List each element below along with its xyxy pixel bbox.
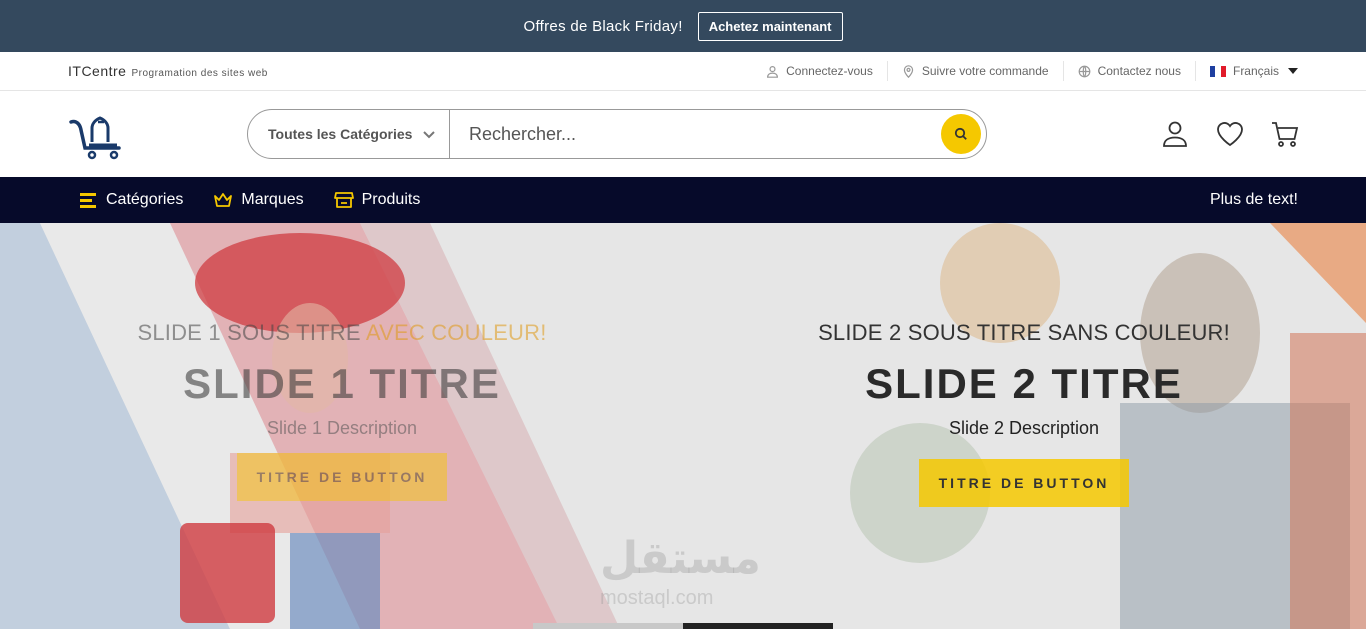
search-bar: Toutes les Catégories [247, 109, 987, 159]
slide-1: SLIDE 1 SOUS TITRE AVEC COULEUR! SLIDE 1… [92, 320, 592, 501]
login-label: Connectez-vous [786, 64, 873, 78]
slide-2: SLIDE 2 SOUS TITRE SANS COULEUR! SLIDE 2… [774, 320, 1274, 507]
header-icons [1160, 119, 1300, 149]
nav-items: Catégories Marques Produits [78, 191, 420, 209]
buy-now-button[interactable]: Achetez maintenant [697, 11, 843, 41]
shopping-cart-logo-icon[interactable] [68, 108, 126, 160]
slide-1-button[interactable]: TITRE DE BUTTON [237, 453, 447, 501]
nav-item-categories[interactable]: Catégories [78, 191, 183, 209]
slider-progress-active [683, 623, 833, 629]
brand-name: ITCentre [68, 63, 127, 79]
slide-2-button[interactable]: TITRE DE BUTTON [919, 459, 1129, 507]
account-icon[interactable] [1160, 119, 1190, 149]
store-icon [333, 192, 354, 208]
nav-item-brands[interactable]: Marques [213, 191, 304, 209]
chevron-down-icon [423, 131, 436, 139]
track-order-link[interactable]: Suivre votre commande [888, 61, 1064, 81]
slide-1-subtitle-accent: AVEC COULEUR! [365, 320, 547, 345]
list-icon [80, 193, 96, 208]
slide-2-subtitle: SLIDE 2 SOUS TITRE SANS COULEUR! [818, 320, 1230, 345]
contact-link[interactable]: Contactez nous [1064, 61, 1196, 81]
user-icon [767, 65, 779, 78]
slide-1-title: SLIDE 1 TITRE [183, 360, 501, 407]
main-nav: Catégories Marques Produits Plus de text… [0, 177, 1366, 223]
cart-icon[interactable] [1270, 119, 1300, 149]
category-select-label: Toutes les Catégories [268, 126, 413, 142]
heart-icon[interactable] [1215, 119, 1245, 149]
hero-slider: SLIDE 1 SOUS TITRE AVEC COULEUR! SLIDE 1… [0, 223, 1366, 629]
search-icon [954, 127, 967, 140]
contact-label: Contactez nous [1097, 64, 1181, 78]
nav-item-label: Produits [361, 191, 421, 208]
nav-item-products[interactable]: Produits [333, 191, 421, 209]
watermark-logo: مستقل [600, 534, 761, 583]
slide-1-description: Slide 1 Description [266, 418, 418, 438]
watermark-url: mostaql.com [600, 587, 714, 609]
brand[interactable]: ITCentre Programation des sites web [68, 63, 268, 79]
slide-2-title: SLIDE 2 TITRE [865, 360, 1183, 407]
caret-down-icon [1288, 68, 1298, 74]
nav-item-label: Catégories [106, 191, 184, 208]
promo-bar: Offres de Black Friday! Achetez maintena… [0, 0, 1366, 52]
language-selector[interactable]: Français [1196, 61, 1298, 81]
france-flag-icon [1209, 65, 1226, 77]
login-link[interactable]: Connectez-vous [752, 61, 888, 81]
slide-1-subtitle: SLIDE 1 SOUS TITRE AVEC COULEUR! [92, 320, 592, 346]
track-order-label: Suivre votre commande [921, 64, 1049, 78]
crown-icon [214, 193, 233, 207]
header: Toutes les Catégories [0, 91, 1366, 177]
utility-links: Connectez-vous Suivre votre commande Con… [752, 52, 1298, 90]
slide-1-subtitle-text: SLIDE 1 SOUS TITRE [137, 320, 366, 345]
brand-tagline: Programation des sites web [131, 68, 268, 79]
nav-extra-text[interactable]: Plus de text! [1210, 191, 1298, 209]
language-label: Français [1232, 64, 1279, 78]
promo-text: Offres de Black Friday! [523, 17, 683, 35]
slide-2-description: Slide 2 Description [948, 418, 1100, 438]
search-button[interactable] [941, 114, 981, 154]
location-pin-icon [903, 64, 914, 78]
top-utility-bar: ITCentre Programation des sites web Conn… [0, 52, 1366, 91]
slider-progress[interactable] [533, 623, 833, 629]
nav-item-label: Marques [241, 191, 304, 208]
category-select[interactable]: Toutes les Catégories [248, 110, 450, 158]
globe-icon [1078, 65, 1090, 77]
search-input[interactable] [450, 123, 941, 145]
